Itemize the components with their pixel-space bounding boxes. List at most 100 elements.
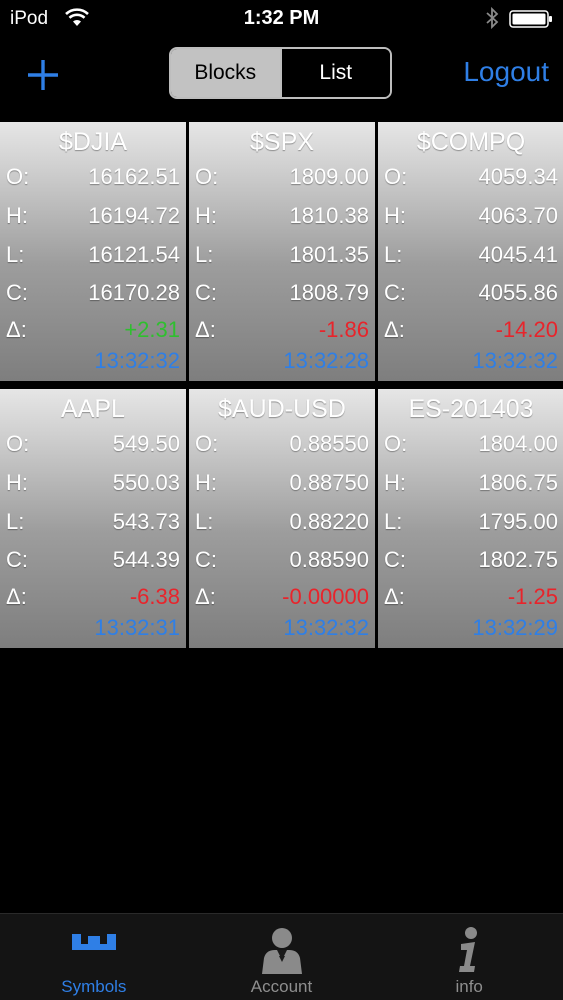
row-label: L:: [6, 509, 25, 534]
block-row-high: H: 16194.72: [6, 203, 180, 235]
block-timestamp: 13:32:32: [94, 348, 180, 373]
row-value: -1.86: [318, 317, 369, 342]
block-symbol: $AUD-USD: [218, 395, 346, 423]
tab-label: Account: [250, 977, 313, 996]
status-bar: iPod 1:32 PM: [0, 0, 563, 36]
block-row-high: H: 0.88750: [195, 470, 369, 502]
row-label: L:: [195, 242, 214, 267]
block-timestamp: 13:32:28: [283, 348, 369, 373]
block-row-high: H: 1806.75: [384, 470, 558, 502]
row-value: 0.88750: [289, 470, 369, 495]
row-value: +2.31: [124, 317, 180, 342]
block-symbol: $COMPQ: [416, 128, 526, 156]
quote-block[interactable]: AAPL O: 549.50 H: 550.03 L: 543.73 C: 544.39 Δ: -6…: [0, 389, 186, 648]
row-value: 1808.79: [289, 280, 369, 305]
row-label: L:: [6, 242, 25, 267]
row-label: C:: [384, 547, 406, 572]
block-row-change: Δ: -6.38: [6, 584, 180, 616]
block-row-change: Δ: +2.31: [6, 317, 180, 349]
row-label: L:: [384, 509, 403, 534]
block-row-low: L: 16121.54: [6, 242, 180, 274]
row-value: 0.88550: [289, 431, 369, 456]
row-label: Δ:: [6, 317, 27, 342]
row-label: C:: [6, 280, 28, 305]
block-row-open: O: 0.88550: [195, 431, 369, 463]
tab-account[interactable]: Account: [188, 914, 376, 1000]
row-value: 16162.51: [88, 164, 180, 189]
tab-label: info: [455, 977, 483, 996]
row-value: 4063.70: [478, 203, 558, 228]
row-value: 16121.54: [88, 242, 180, 267]
quote-block[interactable]: ES-201403 O: 1804.00 H: 1806.75 L: 1795.00 C: 18…: [378, 389, 563, 648]
row-label: C:: [6, 547, 28, 572]
row-value: 0.88220: [289, 509, 369, 534]
row-label: O:: [195, 164, 219, 189]
row-value: 544.39: [112, 547, 180, 572]
add-symbol-button[interactable]: [22, 54, 64, 96]
block-row-low: L: 4045.41: [384, 242, 558, 274]
segment-blocks[interactable]: Blocks: [171, 49, 280, 97]
row-label: O:: [384, 164, 408, 189]
row-label: C:: [195, 280, 217, 305]
battery-icon: [509, 10, 552, 28]
row-value: 1810.38: [289, 203, 369, 228]
block-row-low: L: 1795.00: [384, 509, 558, 541]
block-symbol: AAPL: [61, 395, 125, 423]
block-symbol: $DJIA: [58, 128, 128, 156]
row-label: Δ:: [6, 584, 27, 609]
block-row-change: Δ: -14.20: [384, 317, 558, 349]
row-label: H:: [195, 203, 217, 228]
row-label: H:: [6, 203, 28, 228]
row-label: H:: [6, 470, 28, 495]
row-label: O:: [6, 431, 30, 456]
account-icon: [261, 928, 302, 974]
block-row-open: O: 4059.34: [384, 164, 558, 196]
block-row-change: Δ: -0.00000: [195, 584, 369, 616]
block-row-open: O: 549.50: [6, 431, 180, 463]
tab-info[interactable]: info: [375, 914, 563, 1000]
row-value: 1795.00: [478, 509, 558, 534]
row-label: L:: [195, 509, 214, 534]
quote-block[interactable]: $SPX O: 1809.00 H: 1810.38 L: 1801.35 C: 1808.79…: [189, 122, 375, 381]
block-symbol: $SPX: [250, 128, 314, 156]
row-label: Δ:: [384, 317, 405, 342]
symbols-icon: [71, 934, 116, 950]
block-row-open: O: 16162.51: [6, 164, 180, 196]
row-label: Δ:: [195, 317, 216, 342]
block-row-close: C: 1808.79: [195, 280, 369, 312]
block-row-change: Δ: -1.86: [195, 317, 369, 349]
block-row-high: H: 4063.70: [384, 203, 558, 235]
row-value: 4045.41: [478, 242, 558, 267]
block-row-high: H: 1810.38: [195, 203, 369, 235]
row-value: 549.50: [112, 431, 180, 456]
block-row-open: O: 1809.00: [195, 164, 369, 196]
row-value: 4055.86: [478, 280, 558, 305]
row-value: 550.03: [112, 470, 180, 495]
row-value: 1809.00: [289, 164, 369, 189]
row-label: H:: [195, 470, 217, 495]
row-value: 4059.34: [478, 164, 558, 189]
quote-block[interactable]: $DJIA O: 16162.51 H: 16194.72 L: 16121.54 C: 161…: [0, 122, 186, 381]
block-row-close: C: 16170.28: [6, 280, 180, 312]
block-row-change: Δ: -1.25: [384, 584, 558, 616]
block-row-close: C: 4055.86: [384, 280, 558, 312]
row-value: -6.38: [129, 584, 180, 609]
row-label: Δ:: [195, 584, 216, 609]
block-timestamp: 13:32:32: [283, 615, 369, 640]
quote-block[interactable]: $COMPQ O: 4059.34 H: 4063.70 L: 4045.41 C: 4055.…: [378, 122, 563, 381]
logout-button[interactable]: Logout: [463, 56, 549, 88]
block-symbol: ES-201403: [408, 395, 534, 423]
block-row-close: C: 1802.75: [384, 547, 558, 579]
row-label: O:: [195, 431, 219, 456]
block-row-low: L: 543.73: [6, 509, 180, 541]
block-row-close: C: 544.39: [6, 547, 180, 579]
block-timestamp: 13:32:32: [472, 348, 558, 373]
segment-list[interactable]: List: [279, 49, 390, 97]
quote-block[interactable]: $AUD-USD O: 0.88550 H: 0.88750 L: 0.88220 C: 0.8…: [189, 389, 375, 648]
tab-symbols[interactable]: Symbols: [0, 914, 188, 1000]
block-row-open: O: 1804.00: [384, 431, 558, 463]
block-row-high: H: 550.03: [6, 470, 180, 502]
tab-bar: Symbols Account info: [0, 913, 563, 1000]
row-label: H:: [384, 470, 406, 495]
row-label: O:: [384, 431, 408, 456]
